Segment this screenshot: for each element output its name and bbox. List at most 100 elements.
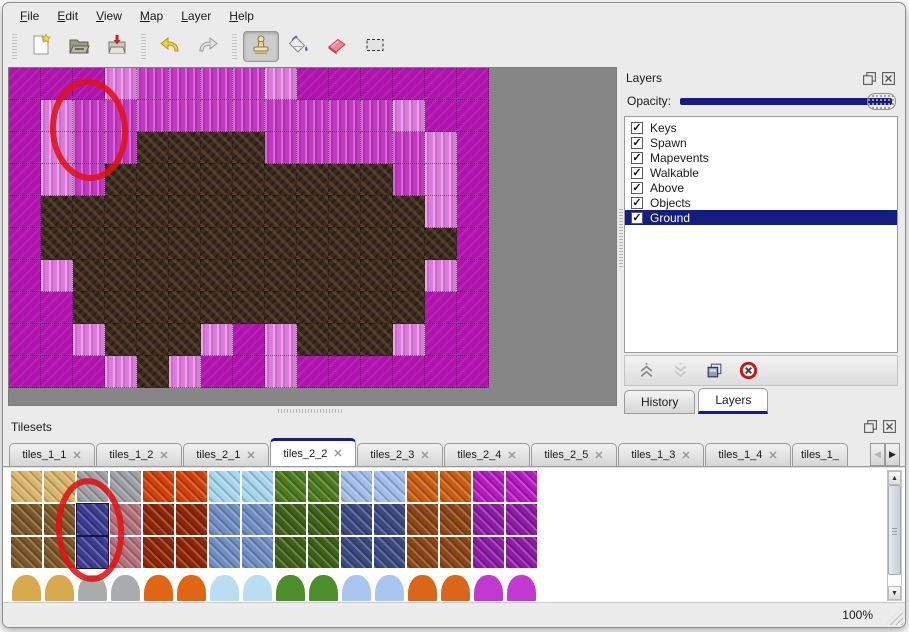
tileset-tile[interactable] <box>10 503 43 536</box>
map-tile[interactable] <box>265 324 297 356</box>
map-tile[interactable] <box>233 132 265 164</box>
map-tile[interactable] <box>329 356 361 388</box>
tileset-grid[interactable] <box>10 470 538 602</box>
close-panel-icon[interactable] <box>882 419 897 434</box>
map-tile[interactable] <box>169 100 201 132</box>
map-tile[interactable] <box>297 356 329 388</box>
map-tile[interactable] <box>9 324 41 356</box>
tileset-tile[interactable] <box>76 470 109 503</box>
map-tile[interactable] <box>73 292 105 324</box>
map-tile[interactable] <box>233 228 265 260</box>
opacity-slider[interactable] <box>680 93 896 110</box>
map-tile[interactable] <box>105 356 137 388</box>
map-tile[interactable] <box>393 356 425 388</box>
map-tile[interactable] <box>105 260 137 292</box>
map-tile[interactable] <box>425 68 457 100</box>
layer-checkbox[interactable]: ✓ <box>631 122 643 134</box>
map-tile[interactable] <box>265 260 297 292</box>
map-tile[interactable] <box>73 324 105 356</box>
tileset-tile[interactable] <box>76 536 109 569</box>
map-tile[interactable] <box>297 196 329 228</box>
map-tile[interactable] <box>265 164 297 196</box>
map-tile[interactable] <box>41 324 73 356</box>
map-tile[interactable] <box>329 228 361 260</box>
tileset-tile[interactable] <box>505 470 538 503</box>
layer-checkbox[interactable]: ✓ <box>631 167 643 179</box>
map-tile[interactable] <box>329 164 361 196</box>
map-tile[interactable] <box>265 292 297 324</box>
delete-layer-button[interactable] <box>737 360 759 382</box>
layer-checkbox[interactable]: ✓ <box>631 212 643 224</box>
layer-row[interactable]: ✓Ground <box>625 210 897 225</box>
tab-close-icon[interactable]: ✕ <box>333 447 342 460</box>
map-tile[interactable] <box>457 196 489 228</box>
map-tile[interactable] <box>329 100 361 132</box>
map-tile[interactable] <box>233 292 265 324</box>
map-tile[interactable] <box>73 164 105 196</box>
save-file-button[interactable] <box>99 31 135 62</box>
tileset-tile[interactable] <box>472 569 505 602</box>
tileset-tile[interactable] <box>241 536 274 569</box>
tab-close-icon[interactable]: ✕ <box>159 449 168 462</box>
tileset-tile[interactable] <box>142 470 175 503</box>
map-tile[interactable] <box>137 132 169 164</box>
fill-tool-button[interactable] <box>281 31 317 62</box>
map-tile[interactable] <box>137 356 169 388</box>
map-tile[interactable] <box>9 132 41 164</box>
map-tile[interactable] <box>425 292 457 324</box>
map-tile[interactable] <box>41 68 73 100</box>
tab-close-icon[interactable]: ✕ <box>72 449 81 462</box>
layer-row[interactable]: ✓Walkable <box>625 165 897 180</box>
tileset-tile[interactable] <box>340 569 373 602</box>
tileset-tile[interactable] <box>208 470 241 503</box>
map-tile[interactable] <box>201 260 233 292</box>
layer-row[interactable]: ✓Objects <box>625 195 897 210</box>
map-tile[interactable] <box>169 292 201 324</box>
redo-button[interactable] <box>190 31 226 62</box>
map-tile[interactable] <box>201 132 233 164</box>
map-tile[interactable] <box>169 356 201 388</box>
tileset-tile[interactable] <box>274 470 307 503</box>
tileset-tile[interactable] <box>406 503 439 536</box>
map-tile[interactable] <box>233 164 265 196</box>
tileset-tile[interactable] <box>142 536 175 569</box>
map-tile[interactable] <box>201 356 233 388</box>
tileset-tile[interactable] <box>208 569 241 602</box>
map-canvas[interactable] <box>9 68 489 388</box>
map-tile[interactable] <box>329 292 361 324</box>
map-tile[interactable] <box>9 196 41 228</box>
tileset-tile[interactable] <box>241 569 274 602</box>
tileset-tile[interactable] <box>472 503 505 536</box>
map-tile[interactable] <box>201 164 233 196</box>
map-tile[interactable] <box>393 132 425 164</box>
map-tile[interactable] <box>169 196 201 228</box>
scroll-up-icon[interactable]: ▲ <box>888 471 901 485</box>
map-tile[interactable] <box>265 100 297 132</box>
map-tile[interactable] <box>425 132 457 164</box>
stamp-tool-button[interactable] <box>243 31 279 62</box>
tileset-tile[interactable] <box>373 503 406 536</box>
opacity-slider-track[interactable] <box>680 98 892 105</box>
map-tile[interactable] <box>201 228 233 260</box>
map-tile[interactable] <box>297 324 329 356</box>
map-tile[interactable] <box>297 132 329 164</box>
map-tile[interactable] <box>361 132 393 164</box>
map-tile[interactable] <box>137 196 169 228</box>
tileset-tile[interactable] <box>439 569 472 602</box>
tileset-tile[interactable] <box>241 503 274 536</box>
tileset-view[interactable]: ▲ ▼ <box>3 467 905 604</box>
eraser-tool-button[interactable] <box>319 31 355 62</box>
map-tile[interactable] <box>169 228 201 260</box>
map-tile[interactable] <box>105 324 137 356</box>
tileset-tab-tiles_2_1[interactable]: tiles_2_1✕ <box>183 443 269 466</box>
map-tile[interactable] <box>425 260 457 292</box>
close-panel-icon[interactable] <box>881 71 896 86</box>
map-tile[interactable] <box>137 260 169 292</box>
tileset-tab-tiles_1_[interactable]: tiles_1_ <box>792 443 848 466</box>
map-tile[interactable] <box>297 228 329 260</box>
map-tile[interactable] <box>361 164 393 196</box>
tileset-tile[interactable] <box>43 503 76 536</box>
tileset-tile[interactable] <box>274 569 307 602</box>
layer-row[interactable]: ✓Mapevents <box>625 150 897 165</box>
map-tile[interactable] <box>105 164 137 196</box>
